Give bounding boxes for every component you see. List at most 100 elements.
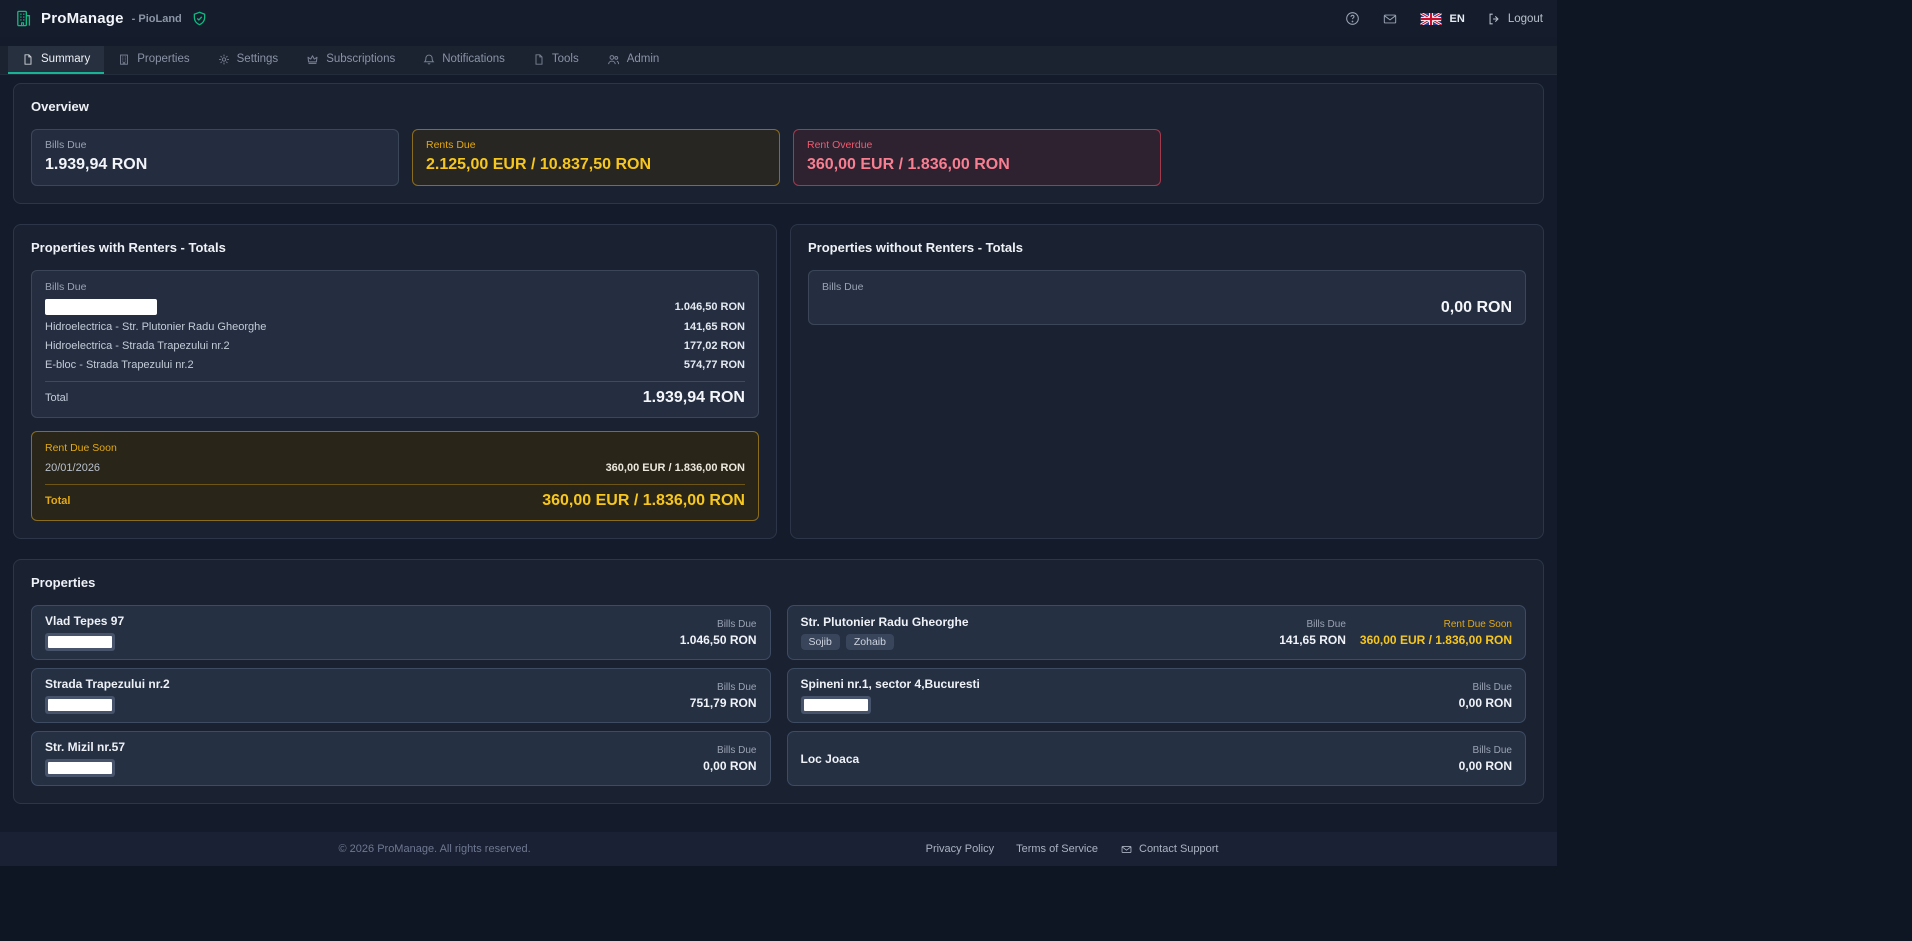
rent-overdue-label: Rent Overdue [807, 139, 1147, 151]
uk-flag-icon [1420, 13, 1442, 25]
metric-value: 751,79 RON [690, 696, 757, 710]
app-container: ProManage - PioLand [0, 0, 1557, 866]
row-name: 20/01/2026 [45, 462, 100, 474]
metric-value: 1.046,50 RON [680, 633, 757, 647]
bills-zero-value: 0,00 RON [822, 299, 1512, 317]
rents-due-value: 2.125,00 EUR / 10.837,50 RON [426, 156, 766, 174]
properties-panel: Properties Vlad Tepes 97 Bills Due 1.046,5… [13, 559, 1544, 804]
totals-row: Hidroelectrica - Str. Plutonier Radu Ghe… [45, 319, 745, 334]
tab-subscriptions[interactable]: Subscriptions [292, 46, 409, 74]
metric-label: Bills Due [717, 682, 756, 693]
rents-due-card: Rents Due 2.125,00 EUR / 10.837,50 RON [412, 129, 780, 186]
property-card[interactable]: Loc JoacaBills Due0,00 RON [787, 731, 1527, 786]
overview-title: Overview [31, 99, 1526, 114]
app-header: ProManage - PioLand [0, 0, 1557, 37]
metric-label: Rent Due Soon [1444, 619, 1512, 630]
property-name: Strada Trapezului nr.2 [45, 677, 170, 691]
tab-admin[interactable]: Admin [593, 46, 674, 74]
redacted-name-block [45, 299, 157, 315]
metric-value: 0,00 RON [703, 759, 756, 773]
users-icon [607, 53, 620, 66]
metric-label: Bills Due [1306, 619, 1345, 630]
row-value: 574,77 RON [684, 359, 745, 371]
bills-due-label: Bills Due [45, 139, 385, 151]
metric-value: 360,00 EUR / 1.836,00 RON [1360, 633, 1512, 647]
app-footer: © 2026 ProManage. All rights reserved. P… [0, 832, 1557, 866]
bills-total-value: 1.939,94 RON [643, 389, 745, 407]
metric-label: Bills Due [717, 619, 756, 630]
logout-icon [1487, 12, 1501, 26]
redacted-renter-badge [45, 759, 115, 777]
property-name: Str. Mizil nr.57 [45, 740, 125, 754]
rent-rows-list: 20/01/2026360,00 EUR / 1.836,00 RON [45, 460, 745, 475]
property-card[interactable]: Str. Mizil nr.57 Bills Due 0,00 RON [31, 731, 771, 786]
bills-due-card: Bills Due 1.939,94 RON [31, 129, 399, 186]
bills-due-metric: Bills Due 1.046,50 RON [680, 619, 757, 647]
properties-title: Properties [31, 575, 1526, 590]
rent-due-soon-card: Rent Due Soon 20/01/2026360,00 EUR / 1.8… [31, 431, 759, 521]
row-value: 141,65 RON [684, 321, 745, 333]
redacted-block [48, 636, 112, 648]
rent-total-value: 360,00 EUR / 1.836,00 RON [542, 492, 745, 510]
tab-settings[interactable]: Settings [204, 46, 293, 74]
tab-tools[interactable]: Tools [519, 46, 593, 74]
row-name: Hidroelectrica - Strada Trapezului nr.2 [45, 340, 230, 352]
metric-label: Bills Due [717, 745, 756, 756]
bills-due-metric: Bills Due 0,00 RON [1459, 682, 1512, 710]
crown-icon [306, 53, 319, 66]
envelope-icon [1120, 844, 1133, 855]
property-name: Vlad Tepes 97 [45, 614, 124, 628]
language-code: EN [1450, 13, 1465, 25]
page-icon [533, 53, 545, 66]
property-card[interactable]: Str. Plutonier Radu GheorgheSojibZohaibB… [787, 605, 1527, 660]
property-card[interactable]: Strada Trapezului nr.2 Bills Due 751,79 RO… [31, 668, 771, 723]
with-renters-title: Properties with Renters - Totals [31, 240, 759, 255]
main-tabbar: Summary Properties Settings Subscription… [0, 46, 1557, 75]
bell-icon [423, 53, 435, 66]
logout-button[interactable]: Logout [1487, 12, 1543, 26]
messages-icon[interactable] [1382, 12, 1398, 26]
divider [45, 484, 745, 485]
properties-grid: Vlad Tepes 97Bills Due1.046,50 RONStr. P… [31, 605, 1526, 786]
redacted-block [48, 762, 112, 774]
metric-value: 0,00 RON [1459, 759, 1512, 773]
terms-of-service-link[interactable]: Terms of Service [1016, 843, 1098, 855]
rent-due-soon-metric: Rent Due Soon 360,00 EUR / 1.836,00 RON [1360, 619, 1512, 647]
totals-row: 20/01/2026360,00 EUR / 1.836,00 RON [45, 460, 745, 475]
rent-total-label: Total [45, 495, 70, 507]
gear-icon [218, 53, 230, 66]
copyright-text: © 2026 ProManage. All rights reserved. [339, 843, 531, 855]
renter-badge[interactable]: Zohaib [846, 634, 894, 650]
without-renters-totals-panel: Properties without Renters - Totals Bill… [790, 224, 1544, 539]
bills-total-label: Total [45, 392, 68, 404]
tab-properties[interactable]: Properties [104, 46, 203, 74]
app-title: ProManage [41, 10, 124, 27]
property-card[interactable]: Spineni nr.1, sector 4,BucurestiBills Du… [787, 668, 1527, 723]
tab-notifications[interactable]: Notifications [409, 46, 519, 74]
totals-row: E-bloc - Strada Trapezului nr.2574,77 RO… [45, 357, 745, 372]
property-card[interactable]: Vlad Tepes 97 Bills Due 1.046,50 RON [31, 605, 771, 660]
without-renters-bills-card: Bills Due 0,00 RON [808, 270, 1526, 325]
totals-row: Hidroelectrica - Strada Trapezului nr.2 1… [45, 338, 745, 353]
row-value: 177,02 RON [684, 340, 745, 352]
metric-value: 0,00 RON [1459, 696, 1512, 710]
without-renters-title: Properties without Renters - Totals [808, 240, 1526, 255]
metric-label: Bills Due [1473, 682, 1512, 693]
tab-summary[interactable]: Summary [8, 46, 104, 74]
help-icon[interactable] [1345, 11, 1360, 26]
privacy-policy-link[interactable]: Privacy Policy [926, 843, 994, 855]
org-name: - PioLand [132, 13, 182, 25]
renter-badge[interactable]: Sojib [801, 634, 840, 650]
language-selector[interactable]: EN [1420, 13, 1465, 25]
divider [45, 381, 745, 382]
property-name: Loc Joaca [801, 752, 860, 766]
rent-overdue-value: 360,00 EUR / 1.836,00 RON [807, 156, 1147, 174]
bills-rows-list: 1.046,50 RONHidroelectrica - Str. Pluton… [45, 299, 745, 372]
rent-card-label: Rent Due Soon [45, 442, 745, 454]
shield-check-icon [192, 11, 207, 26]
contact-support-link[interactable]: Contact Support [1120, 843, 1219, 855]
row-name: Hidroelectrica - Str. Plutonier Radu Ghe… [45, 321, 266, 333]
building-icon [118, 53, 130, 66]
redacted-block [48, 699, 112, 711]
redacted-block [804, 699, 868, 711]
